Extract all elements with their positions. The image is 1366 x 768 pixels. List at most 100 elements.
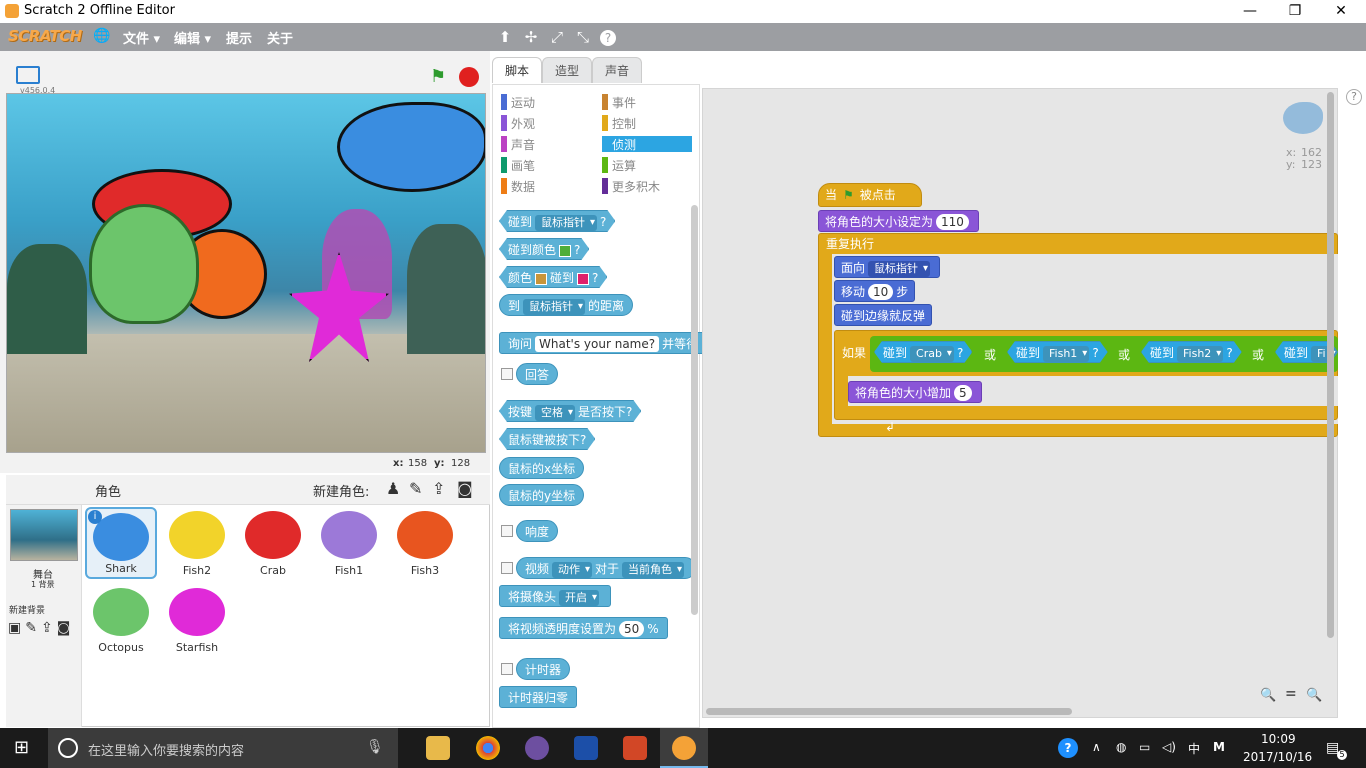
tab-costumes[interactable]: 造型	[542, 57, 592, 83]
zoom-in-icon[interactable]: 🔍	[1306, 688, 1322, 703]
category-motion[interactable]: 运动	[501, 94, 591, 110]
block-turn-video[interactable]: 将摄像头 开启	[499, 585, 612, 607]
block-touching-crab[interactable]: 碰到Crab?	[874, 341, 972, 363]
eclipse-icon[interactable]	[525, 736, 549, 760]
scripts-hscrollbar[interactable]	[706, 708, 1072, 715]
clock-time[interactable]: 10:09	[1261, 732, 1296, 746]
help-tool-icon[interactable]: ?	[600, 30, 616, 46]
category-looks[interactable]: 外观	[501, 115, 591, 131]
language-globe-icon[interactable]: 🌐	[93, 28, 110, 44]
sprite-tile-shark[interactable]: Shark i	[85, 507, 157, 579]
answer-checkbox[interactable]	[501, 368, 513, 380]
category-data[interactable]: 数据	[501, 178, 591, 194]
fullscreen-icon[interactable]	[16, 66, 40, 84]
zoom-reset-icon[interactable]: =	[1285, 686, 1297, 702]
block-loudness[interactable]: 响度	[516, 520, 559, 542]
show-hidden-icons[interactable]: ∧	[1092, 740, 1101, 754]
microphone-icon[interactable]: 🎙	[366, 739, 384, 755]
taskbar-search[interactable]: 在这里输入你要搜索的内容 🎙	[48, 728, 398, 768]
tab-sounds[interactable]: 声音	[592, 57, 642, 83]
block-mouse-down[interactable]: 鼠标键被按下?	[499, 428, 595, 450]
stop-sign-icon[interactable]	[459, 67, 479, 87]
maximize-button[interactable]: ❐	[1272, 0, 1318, 23]
file-explorer-icon[interactable]	[426, 736, 450, 760]
octopus-sprite[interactable]	[89, 204, 199, 324]
block-move-steps[interactable]: 移动 10 步	[834, 280, 916, 302]
help-icon[interactable]: ?	[1346, 89, 1362, 105]
loudness-checkbox[interactable]	[501, 525, 513, 537]
minimize-button[interactable]: —	[1227, 0, 1273, 23]
battery-icon[interactable]: ▭	[1139, 740, 1150, 754]
windows-start-icon[interactable]: ⊞	[14, 738, 34, 758]
block-touching-fish2[interactable]: 碰到Fish2?	[1141, 341, 1242, 363]
powerpoint-icon[interactable]	[623, 736, 647, 760]
shrink-tool-icon[interactable]: ⤡	[574, 28, 592, 46]
block-video-on[interactable]: 视频动作对于当前角色	[516, 557, 697, 579]
block-touching-color[interactable]: 碰到颜色?	[499, 238, 589, 260]
block-color-touching[interactable]: 颜色 碰到?	[499, 266, 607, 288]
block-touching[interactable]: 碰到鼠标指针?	[499, 210, 615, 232]
category-sensing[interactable]: 侦测	[602, 136, 692, 152]
scratch-logo[interactable]: SCRATCH	[8, 27, 82, 47]
block-timer[interactable]: 计时器	[516, 658, 571, 680]
sprite-tile-fish2[interactable]: Fish2	[161, 507, 233, 579]
palette-scrollbar[interactable]	[691, 205, 698, 615]
block-reset-timer[interactable]: 计时器归零	[499, 686, 578, 708]
sprite-tile-fish1[interactable]: Fish1	[313, 507, 385, 579]
block-mouse-y[interactable]: 鼠标的y坐标	[499, 484, 585, 506]
green-flag-icon[interactable]: ⚑	[430, 66, 446, 87]
block-bounce[interactable]: 碰到边缘就反弹	[834, 304, 933, 326]
category-events[interactable]: 事件	[602, 94, 692, 110]
new-backdrop-icons[interactable]: ▣✎⇪◙	[8, 620, 74, 636]
ime-mode-icon[interactable]: M	[1213, 740, 1225, 754]
scripts-vscrollbar[interactable]	[1327, 92, 1334, 638]
block-ask-and-wait[interactable]: 询问 What's your name? 并等待	[499, 332, 708, 354]
chrome-icon[interactable]	[476, 736, 500, 760]
hat-when-flag-clicked[interactable]: 当 ⚑ 被点击	[818, 183, 922, 207]
block-set-size[interactable]: 将角色的大小设定为 110	[818, 210, 979, 232]
paint-sprite-icon[interactable]: ✎	[409, 479, 422, 498]
block-point-towards[interactable]: 面向 鼠标指针	[834, 256, 941, 278]
sprite-tile-octopus[interactable]: Octopus	[85, 584, 157, 656]
camera-sprite-icon[interactable]: ◙	[457, 479, 473, 498]
clock-date[interactable]: 2017/10/16	[1243, 750, 1312, 764]
menu-file[interactable]: 文件 ▾	[123, 28, 160, 47]
upload-sprite-icon[interactable]: ⇪	[432, 479, 445, 498]
block-key-pressed[interactable]: 按键空格是否按下?	[499, 400, 641, 422]
info-icon[interactable]: i	[88, 510, 102, 524]
tab-scripts[interactable]: 脚本	[492, 57, 542, 83]
sprite-tile-fish3[interactable]: Fish3	[389, 507, 461, 579]
help-tray-icon[interactable]: ?	[1058, 738, 1078, 758]
category-control[interactable]: 控制	[602, 115, 692, 131]
stage-thumbnail[interactable]	[10, 509, 78, 561]
zoom-out-icon[interactable]: 🔍	[1260, 688, 1276, 703]
close-button[interactable]: ✕	[1318, 0, 1364, 23]
category-sound[interactable]: 声音	[501, 136, 591, 152]
duplicate-tool-icon[interactable]: ⬆	[496, 28, 514, 46]
block-change-size[interactable]: 将角色的大小增加 5	[848, 381, 982, 403]
block-touching-fish1[interactable]: 碰到Fish1?	[1007, 341, 1108, 363]
grow-tool-icon[interactable]: ⤢	[548, 28, 566, 46]
network-icon[interactable]: ◍	[1116, 740, 1126, 754]
timer-checkbox[interactable]	[501, 663, 513, 675]
shark-sprite[interactable]	[337, 102, 485, 192]
video-checkbox[interactable]	[501, 562, 513, 574]
devcpp-icon[interactable]	[574, 736, 598, 760]
volume-icon[interactable]: ◁)	[1162, 740, 1176, 754]
menu-tips[interactable]: 提示	[226, 28, 252, 47]
sprite-tile-starfish[interactable]: Starfish	[161, 584, 233, 656]
category-pen[interactable]: 画笔	[501, 157, 591, 173]
category-more-blocks[interactable]: 更多积木	[602, 178, 692, 194]
menu-edit[interactable]: 编辑 ▾	[174, 28, 211, 47]
stage-canvas[interactable]	[6, 93, 486, 453]
menu-about[interactable]: 关于	[267, 28, 293, 47]
block-distance-to[interactable]: 到鼠标指针的距离	[499, 294, 634, 316]
block-answer[interactable]: 回答	[516, 363, 559, 385]
delete-tool-icon[interactable]: ✢	[522, 28, 540, 46]
category-operators[interactable]: 运算	[602, 157, 692, 173]
sprite-tile-crab[interactable]: Crab	[237, 507, 309, 579]
ime-indicator[interactable]: 中	[1188, 740, 1200, 757]
block-set-transparency[interactable]: 将视频透明度设置为 50%	[499, 617, 668, 639]
sprite-library-icon[interactable]: ♟	[386, 479, 400, 498]
block-mouse-x[interactable]: 鼠标的x坐标	[499, 457, 585, 479]
